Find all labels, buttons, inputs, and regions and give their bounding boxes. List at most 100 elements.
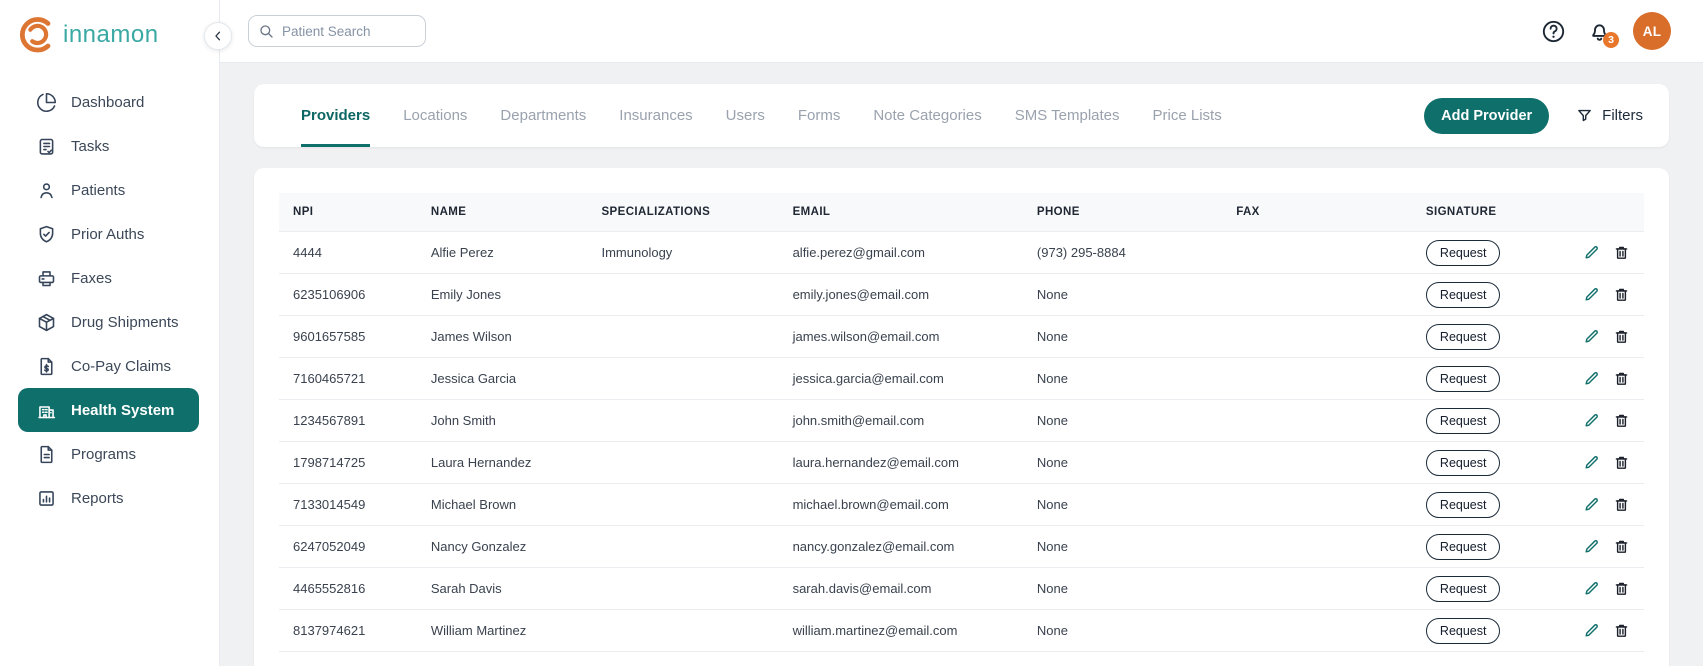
- delete-provider-button[interactable]: [1613, 538, 1630, 555]
- cell-fax: [1222, 400, 1412, 442]
- edit-pencil-icon: [1583, 454, 1600, 471]
- help-button[interactable]: [1541, 19, 1566, 44]
- sidebar-item-faxes[interactable]: Faxes: [18, 256, 199, 300]
- request-signature-button[interactable]: Request: [1426, 240, 1501, 266]
- patient-search-input[interactable]: [248, 15, 426, 47]
- request-signature-button[interactable]: Request: [1426, 366, 1501, 392]
- sidebar-item-programs[interactable]: Programs: [18, 432, 199, 476]
- column-header-signature: SIGNATURE: [1412, 193, 1555, 232]
- edit-pencil-icon: [1583, 622, 1600, 639]
- tab-note-categories[interactable]: Note Categories: [873, 84, 981, 147]
- delete-provider-button[interactable]: [1613, 622, 1630, 639]
- edit-provider-button[interactable]: [1583, 244, 1600, 261]
- edit-provider-button[interactable]: [1583, 580, 1600, 597]
- tab-locations[interactable]: Locations: [403, 84, 467, 147]
- main-area: 3 AL Providers Locations: [220, 0, 1703, 666]
- edit-provider-button[interactable]: [1583, 496, 1600, 513]
- sidebar-item-drug-shipments[interactable]: Drug Shipments: [18, 300, 199, 344]
- edit-pencil-icon: [1583, 244, 1600, 261]
- sidebar-item-label: Tasks: [71, 138, 109, 155]
- request-signature-button[interactable]: Request: [1426, 450, 1501, 476]
- sidebar-item-label: Drug Shipments: [71, 314, 179, 331]
- tab-departments[interactable]: Departments: [500, 84, 586, 147]
- delete-provider-button[interactable]: [1613, 412, 1630, 429]
- cell-phone: (973) 295-8884: [1023, 232, 1222, 274]
- sidebar-item-prior-auths[interactable]: Prior Auths: [18, 212, 199, 256]
- cell-phone: None: [1023, 484, 1222, 526]
- cell-actions: [1555, 232, 1644, 274]
- tab-price-lists[interactable]: Price Lists: [1153, 84, 1222, 147]
- cell-fax: [1222, 274, 1412, 316]
- edit-provider-button[interactable]: [1583, 622, 1600, 639]
- request-signature-button[interactable]: Request: [1426, 324, 1501, 350]
- edit-provider-button[interactable]: [1583, 412, 1600, 429]
- sidebar-item-health-system[interactable]: Health System: [18, 388, 199, 432]
- cell-specializations: [587, 400, 778, 442]
- delete-provider-button[interactable]: [1613, 496, 1630, 513]
- sidebar-item-label: Programs: [71, 446, 136, 463]
- edit-provider-button[interactable]: [1583, 286, 1600, 303]
- request-signature-button[interactable]: Request: [1426, 408, 1501, 434]
- cell-fax: [1222, 442, 1412, 484]
- cell-name: William Martinez: [417, 610, 588, 652]
- cell-phone: None: [1023, 568, 1222, 610]
- brand-logo: innamon: [0, 0, 219, 56]
- sidebar-item-patients[interactable]: Patients: [18, 168, 199, 212]
- column-header-specializations: SPECIALIZATIONS: [587, 193, 778, 232]
- delete-provider-button[interactable]: [1613, 244, 1630, 261]
- table-row: 7133014549 Michael Brown michael.brown@e…: [279, 484, 1644, 526]
- delete-provider-button[interactable]: [1613, 370, 1630, 387]
- cell-actions: [1555, 610, 1644, 652]
- delete-provider-button[interactable]: [1613, 580, 1630, 597]
- cell-signature: Request: [1412, 610, 1555, 652]
- delete-trash-icon: [1613, 370, 1630, 387]
- request-signature-button[interactable]: Request: [1426, 576, 1501, 602]
- sidebar-item-reports[interactable]: Reports: [18, 476, 199, 520]
- topbar: 3 AL: [220, 0, 1703, 63]
- delete-provider-button[interactable]: [1613, 328, 1630, 345]
- sidebar-item-co-pay-claims[interactable]: Co-Pay Claims: [18, 344, 199, 388]
- help-icon: [1541, 19, 1566, 44]
- cell-specializations: Immunology: [587, 232, 778, 274]
- add-provider-button[interactable]: Add Provider: [1424, 98, 1549, 134]
- cell-npi: 7160465721: [279, 358, 417, 400]
- cell-email: sarah.davis@email.com: [779, 568, 1023, 610]
- edit-provider-button[interactable]: [1583, 370, 1600, 387]
- notifications-button[interactable]: 3: [1587, 19, 1612, 44]
- sidebar-item-dashboard[interactable]: Dashboard: [18, 80, 199, 124]
- delete-trash-icon: [1613, 286, 1630, 303]
- delete-provider-button[interactable]: [1613, 286, 1630, 303]
- page-content: Providers Locations Departments Insuranc…: [220, 63, 1703, 666]
- table-row: 1234567891 John Smith john.smith@email.c…: [279, 400, 1644, 442]
- tab-sms-templates[interactable]: SMS Templates: [1015, 84, 1120, 147]
- edit-pencil-icon: [1583, 580, 1600, 597]
- filters-button[interactable]: Filters: [1576, 107, 1643, 124]
- edit-provider-button[interactable]: [1583, 538, 1600, 555]
- cell-specializations: [587, 568, 778, 610]
- delete-trash-icon: [1613, 328, 1630, 345]
- sidebar-item-icon: [36, 444, 57, 465]
- request-signature-button[interactable]: Request: [1426, 534, 1501, 560]
- tab-providers[interactable]: Providers: [301, 84, 370, 147]
- sidebar-item-tasks[interactable]: Tasks: [18, 124, 199, 168]
- tab-users[interactable]: Users: [726, 84, 765, 147]
- delete-provider-button[interactable]: [1613, 454, 1630, 471]
- edit-provider-button[interactable]: [1583, 328, 1600, 345]
- request-signature-button[interactable]: Request: [1426, 492, 1501, 518]
- table-row: 1798714725 Laura Hernandez laura.hernand…: [279, 442, 1644, 484]
- tab-forms[interactable]: Forms: [798, 84, 841, 147]
- sidebar-collapse-button[interactable]: [204, 22, 232, 50]
- request-signature-button[interactable]: Request: [1426, 282, 1501, 308]
- user-avatar[interactable]: AL: [1633, 12, 1671, 50]
- tab-insurances[interactable]: Insurances: [619, 84, 692, 147]
- sidebar-item-label: Health System: [71, 402, 174, 419]
- column-header-fax: FAX: [1222, 193, 1412, 232]
- cinnamon-logo-icon: [16, 14, 58, 56]
- table-row: 7160465721 Jessica Garcia jessica.garcia…: [279, 358, 1644, 400]
- request-signature-button[interactable]: Request: [1426, 618, 1501, 644]
- sidebar-item-icon: [36, 92, 57, 113]
- edit-provider-button[interactable]: [1583, 454, 1600, 471]
- patient-search: [248, 15, 426, 47]
- app-root: innamon Dashboard Tasks Patients: [0, 0, 1703, 666]
- cell-signature: Request: [1412, 400, 1555, 442]
